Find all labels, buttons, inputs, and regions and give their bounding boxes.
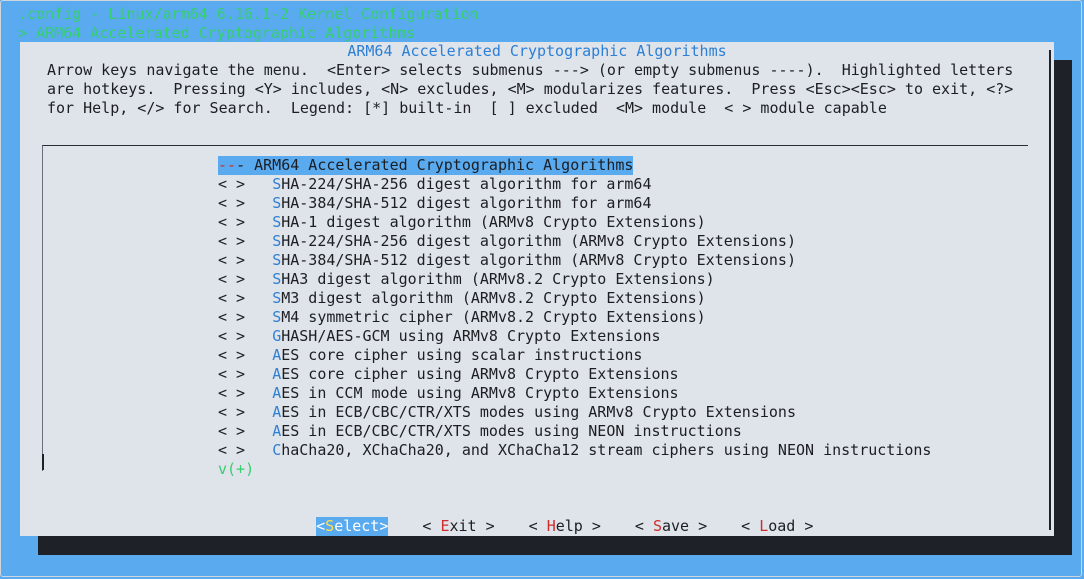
button-bar: <Select> < Exit > < Help > < Save > < Load > (280, 498, 813, 555)
item-hotkey: S (272, 251, 282, 269)
item-label: HASH/AES-GCM using ARMv8 Crypto Extensio… (281, 327, 661, 345)
item-state[interactable]: < > (218, 270, 245, 288)
header-prefix: -- (218, 156, 237, 174)
load-close: > (795, 517, 814, 535)
item-label: HA3 digest algorithm (ARMv8.2 Crypto Ext… (281, 270, 715, 288)
menu-item[interactable]: < > AES in ECB/CBC/CTR/XTS modes using N… (218, 422, 742, 441)
select-hotkey: S (325, 517, 335, 535)
scroll-more-indicator: v(+) (218, 460, 255, 478)
help-line-1: Arrow keys navigate the menu. <Enter> se… (47, 61, 1014, 79)
item-hotkey: A (272, 365, 282, 383)
item-hotkey: A (272, 346, 282, 364)
menu-item[interactable]: < > SHA3 digest algorithm (ARMv8.2 Crypt… (218, 270, 715, 289)
help-line-3: for Help, </> for Search. Legend: [*] bu… (47, 99, 887, 117)
exit-open: < (422, 517, 441, 535)
item-state[interactable]: < > (218, 194, 245, 212)
save-button[interactable]: < Save > (635, 517, 707, 536)
menuconfig-dialog: ARM64 Accelerated Cryptographic Algorith… (20, 42, 1054, 536)
exit-close: > (476, 517, 495, 535)
item-label: ES in ECB/CBC/CTR/XTS modes using ARMv8 … (281, 403, 796, 421)
item-label: haCha20, XChaCha20, and XChaCha12 stream… (281, 441, 932, 459)
item-label: M3 digest algorithm (ARMv8.2 Crypto Exte… (281, 289, 706, 307)
load-label: oad (768, 517, 796, 535)
menu-item[interactable]: < > GHASH/AES-GCM using ARMv8 Crypto Ext… (218, 327, 661, 346)
menu-item[interactable]: < > AES core cipher using scalar instruc… (218, 346, 642, 365)
item-state[interactable]: < > (218, 365, 245, 383)
item-label: ES core cipher using ARMv8 Crypto Extens… (281, 365, 679, 383)
item-state[interactable]: < > (218, 213, 245, 231)
item-label: HA-224/SHA-256 digest algorithm (ARMv8 C… (281, 232, 796, 250)
item-hotkey: S (272, 232, 282, 250)
item-hotkey: G (272, 327, 282, 345)
load-button[interactable]: < Load > (741, 517, 813, 536)
item-hotkey: S (272, 175, 282, 193)
menu-item[interactable]: < > SHA-224/SHA-256 digest algorithm for… (218, 175, 651, 194)
item-hotkey: A (272, 384, 282, 402)
item-label: ES in CCM mode using ARMv8 Crypto Extens… (281, 384, 679, 402)
save-close: > (689, 517, 708, 535)
item-state[interactable]: < > (218, 232, 245, 250)
select-button[interactable]: <Select> (316, 517, 389, 536)
exit-button[interactable]: < Exit > (422, 517, 494, 536)
item-state[interactable]: < > (218, 403, 245, 421)
item-hotkey: C (272, 441, 282, 459)
item-label: ES core cipher using scalar instructions (281, 346, 643, 364)
breadcrumb: > ARM64 Accelerated Cryptographic Algori… (18, 24, 416, 42)
select-open: < (316, 517, 326, 535)
item-state[interactable]: < > (218, 251, 245, 269)
menu-item[interactable]: < > SHA-384/SHA-512 digest algorithm (AR… (218, 251, 796, 270)
menu-item[interactable]: < > AES core cipher using ARMv8 Crypto E… (218, 365, 679, 384)
item-state[interactable]: < > (218, 441, 245, 459)
item-hotkey: S (272, 213, 282, 231)
menu-item[interactable]: < > SHA-224/SHA-256 digest algorithm (AR… (218, 232, 796, 251)
dialog-edge (1049, 50, 1051, 530)
item-label: HA-384/SHA-512 digest algorithm for arm6… (281, 194, 652, 212)
load-open: < (741, 517, 760, 535)
menu-item[interactable]: < > AES in CCM mode using ARMv8 Crypto E… (218, 384, 679, 403)
item-state[interactable]: < > (218, 175, 245, 193)
menu-item[interactable]: < > SHA-1 digest algorithm (ARMv8 Crypto… (218, 213, 706, 232)
item-label: HA-1 digest algorithm (ARMv8 Crypto Exte… (281, 213, 706, 231)
item-state[interactable]: < > (218, 289, 245, 307)
menu-item[interactable]: < > AES in ECB/CBC/CTR/XTS modes using A… (218, 403, 796, 422)
item-hotkey: S (272, 308, 282, 326)
item-label: ES in ECB/CBC/CTR/XTS modes using NEON i… (281, 422, 742, 440)
help-label: elp (555, 517, 583, 535)
item-hotkey: S (272, 270, 282, 288)
item-hotkey: S (272, 289, 282, 307)
save-label: ave (661, 517, 690, 535)
item-state[interactable]: < > (218, 308, 245, 326)
menu-item[interactable]: < > SHA-384/SHA-512 digest algorithm for… (218, 194, 651, 213)
item-label: HA-224/SHA-256 digest algorithm for arm6… (281, 175, 652, 193)
help-hotkey: H (546, 517, 556, 535)
header-label: - ARM64 Accelerated Cryptographic Algori… (236, 156, 634, 174)
save-hotkey: S (652, 517, 662, 535)
select-close: > (379, 517, 389, 535)
exit-label: xit (449, 517, 477, 535)
item-label: M4 symmetric cipher (ARMv8.2 Crypto Exte… (281, 308, 706, 326)
item-label: HA-384/SHA-512 digest algorithm (ARMv8 C… (281, 251, 796, 269)
menu-item[interactable]: < > SM3 digest algorithm (ARMv8.2 Crypto… (218, 289, 706, 308)
menu-item[interactable]: < > ChaCha20, XChaCha20, and XChaCha12 s… (218, 441, 931, 460)
save-open: < (634, 517, 653, 535)
select-label: elect (334, 517, 380, 535)
item-state[interactable]: < > (218, 422, 245, 440)
dialog-title: ARM64 Accelerated Cryptographic Algorith… (347, 42, 727, 60)
item-state[interactable]: < > (218, 384, 245, 402)
menu-item-header[interactable]: --- ARM64 Accelerated Cryptographic Algo… (218, 156, 634, 175)
item-hotkey: A (272, 422, 282, 440)
item-state[interactable]: < > (218, 327, 245, 345)
terminal-title: .config - Linux/arm64 6.16.1-2 Kernel Co… (18, 5, 479, 23)
item-hotkey: A (272, 403, 282, 421)
menu-item[interactable]: < > SM4 symmetric cipher (ARMv8.2 Crypto… (218, 308, 706, 327)
item-state[interactable]: < > (218, 346, 245, 364)
item-hotkey: S (272, 194, 282, 212)
menu-box-corner (42, 454, 44, 470)
help-button[interactable]: < Help > (529, 517, 601, 536)
load-hotkey: L (759, 517, 769, 535)
help-open: < (528, 517, 547, 535)
help-line-2: are hotkeys. Pressing <Y> includes, <N> … (47, 80, 1014, 98)
help-close: > (582, 517, 601, 535)
